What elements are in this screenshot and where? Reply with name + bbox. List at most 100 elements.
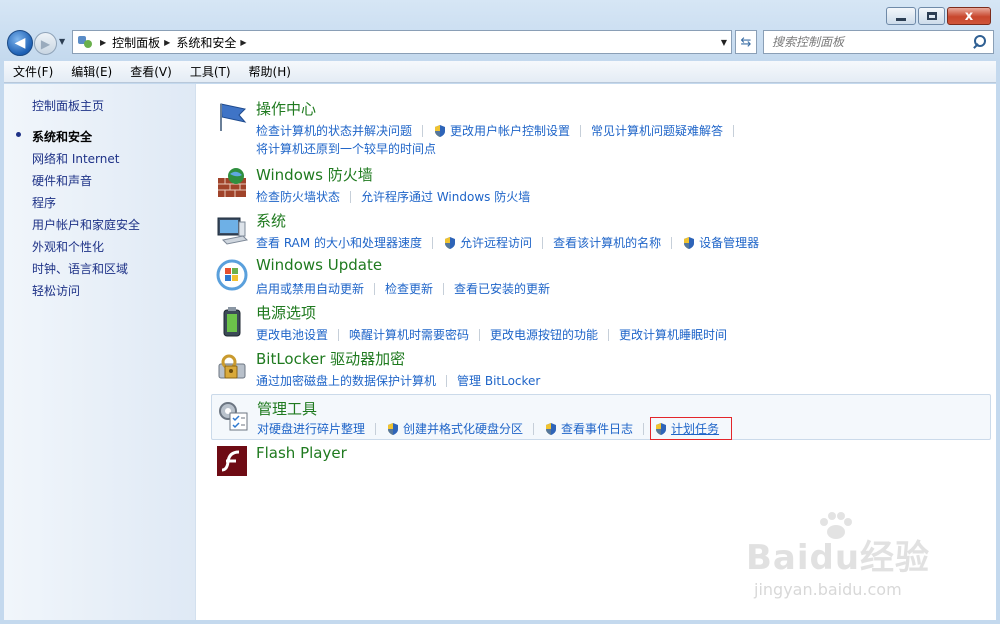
link-computer-name[interactable]: 查看该计算机的名称 [553, 234, 661, 251]
admin-tools-icon[interactable] [216, 399, 250, 433]
menu-bar: 文件(F) 编辑(E) 查看(V) 工具(T) 帮助(H) [4, 61, 996, 83]
menu-tools[interactable]: 工具(T) [181, 63, 240, 80]
nav-item-system-security[interactable]: 系统和安全 [32, 128, 92, 145]
breadcrumb-system-security[interactable]: 系统和安全 [176, 34, 236, 51]
link-installed-updates[interactable]: 查看已安装的更新 [454, 280, 550, 297]
nav-item-network[interactable]: 网络和 Internet [32, 150, 119, 167]
nav-item-appearance[interactable]: 外观和个性化 [32, 238, 104, 255]
maximize-icon [926, 12, 937, 20]
control-panel-window: x ◀ ▶ ▼ ▶ 控制面板 ▶ 系统和安全 ▶ ▼ ⇆ 文件(F) 编辑(E)… [0, 0, 1000, 624]
link-allow-program[interactable]: 允许程序通过 Windows 防火墙 [361, 188, 530, 205]
category-title[interactable]: Windows Update [256, 256, 382, 274]
minimize-icon [896, 17, 906, 21]
current-item-bullet-icon [16, 132, 21, 137]
link-check-firewall[interactable]: 检查防火墙状态 [256, 188, 340, 205]
control-panel-icon [76, 33, 96, 51]
back-arrow-icon: ◀ [14, 35, 26, 51]
uac-shield-icon [386, 422, 400, 436]
link-check-status[interactable]: 检查计算机的状态并解决问题 [256, 122, 412, 139]
breadcrumb-separator-icon[interactable]: ▶ [240, 38, 246, 47]
link-disk-partition[interactable]: 创建并格式化硬盘分区 [386, 420, 523, 437]
link-wake-password[interactable]: 唤醒计算机时需要密码 [349, 326, 469, 343]
link-troubleshooting[interactable]: 常见计算机问题疑难解答 [591, 122, 723, 139]
uac-shield-icon [443, 236, 457, 250]
link-event-log[interactable]: 查看事件日志 [544, 420, 633, 437]
back-button[interactable]: ◀ [7, 30, 33, 56]
address-bar[interactable]: ▶ 控制面板 ▶ 系统和安全 ▶ ▼ [72, 30, 732, 54]
link-separator [338, 328, 340, 341]
nav-item-ease-of-access[interactable]: 轻松访问 [32, 282, 80, 299]
windows-update-icon[interactable] [215, 258, 249, 292]
link-schedule-tasks[interactable]: 计划任务 [650, 417, 733, 440]
power-options-icon[interactable] [215, 304, 249, 338]
category-action-center: 操作中心 检查计算机的状态并解决问题 更改用户帐户控制设置 常见计算机问题疑难解… [211, 98, 991, 156]
link-separator [733, 124, 735, 137]
breadcrumb-separator-icon[interactable]: ▶ [164, 38, 170, 47]
main-pane: 操作中心 检查计算机的状态并解决问题 更改用户帐户控制设置 常见计算机问题疑难解… [196, 84, 996, 620]
search-input[interactable] [764, 35, 971, 49]
flash-player-icon[interactable] [215, 444, 249, 478]
uac-shield-icon [654, 422, 668, 436]
link-separator [580, 124, 582, 137]
maximize-button[interactable] [918, 7, 945, 25]
minimize-button[interactable] [886, 7, 916, 25]
category-links: 检查防火墙状态 允许程序通过 Windows 防火墙 [256, 188, 530, 205]
address-dropdown-icon[interactable]: ▼ [721, 38, 727, 47]
category-title[interactable]: 电源选项 [256, 302, 316, 323]
link-separator [350, 190, 352, 203]
action-center-flag-icon[interactable] [215, 100, 249, 134]
link-separator [374, 282, 376, 295]
search-box[interactable] [763, 30, 994, 54]
link-uac-settings[interactable]: 更改用户帐户控制设置 [433, 122, 570, 139]
link-auto-update[interactable]: 启用或禁用自动更新 [256, 280, 364, 297]
refresh-button[interactable]: ⇆ [735, 30, 757, 54]
category-firewall: Windows 防火墙 检查防火墙状态 允许程序通过 Windows 防火墙 [211, 164, 991, 204]
link-system-restore[interactable]: 将计算机还原到一个较早的时间点 [256, 140, 436, 157]
close-button[interactable]: x [947, 7, 991, 25]
firewall-icon[interactable] [215, 166, 249, 200]
bitlocker-icon[interactable] [215, 350, 249, 384]
chevron-down-icon: ▼ [59, 37, 66, 46]
category-title[interactable]: 操作中心 [256, 98, 316, 119]
link-device-manager[interactable]: 设备管理器 [682, 234, 759, 251]
menu-file[interactable]: 文件(F) [4, 63, 62, 80]
category-title[interactable]: Windows 防火墙 [256, 164, 373, 185]
link-manage-bitlocker[interactable]: 管理 BitLocker [457, 372, 540, 389]
link-separator [671, 236, 673, 249]
category-title[interactable]: 管理工具 [257, 398, 317, 419]
nav-control-panel-home[interactable]: 控制面板主页 [32, 97, 104, 114]
watermark-text: Baidu经验 [746, 538, 931, 578]
category-system: 系统 查看 RAM 的大小和处理器速度 允许远程访问 查看该计算机的名称 设备管… [211, 210, 991, 250]
category-title[interactable]: 系统 [256, 210, 286, 231]
recent-pages-dropdown[interactable]: ▼ [59, 37, 69, 49]
breadcrumb-separator-icon[interactable]: ▶ [100, 38, 106, 47]
menu-edit[interactable]: 编辑(E) [62, 63, 121, 80]
menu-view[interactable]: 查看(V) [121, 63, 181, 80]
link-view-ram[interactable]: 查看 RAM 的大小和处理器速度 [256, 234, 422, 251]
nav-item-programs[interactable]: 程序 [32, 194, 56, 211]
link-power-button[interactable]: 更改电源按钮的功能 [490, 326, 598, 343]
link-check-updates[interactable]: 检查更新 [385, 280, 433, 297]
close-icon: x [964, 8, 974, 24]
baidu-watermark: Baidu经验 jingyan.baidu.com [746, 510, 946, 610]
forward-button[interactable]: ▶ [34, 32, 57, 55]
nav-item-clock-language[interactable]: 时钟、语言和区域 [32, 260, 128, 277]
search-icon[interactable] [971, 33, 989, 51]
menu-help[interactable]: 帮助(H) [240, 63, 300, 80]
category-links: 启用或禁用自动更新 检查更新 查看已安装的更新 [256, 280, 550, 297]
breadcrumb-control-panel[interactable]: 控制面板 [112, 34, 160, 51]
link-sleep-time[interactable]: 更改计算机睡眠时间 [619, 326, 727, 343]
baidu-paw-icon [820, 512, 852, 539]
link-defragment[interactable]: 对硬盘进行碎片整理 [257, 420, 365, 437]
navigation-row: ◀ ▶ ▼ ▶ 控制面板 ▶ 系统和安全 ▶ ▼ ⇆ [0, 28, 1000, 58]
category-title[interactable]: BitLocker 驱动器加密 [256, 348, 405, 369]
link-battery-settings[interactable]: 更改电池设置 [256, 326, 328, 343]
nav-item-user-accounts[interactable]: 用户帐户和家庭安全 [32, 216, 140, 233]
system-computer-icon[interactable] [215, 212, 249, 246]
category-admin-tools: 管理工具 对硬盘进行碎片整理 创建并格式化硬盘分区 查看事件日志 计划任务 [211, 394, 991, 440]
category-links: 更改电池设置 唤醒计算机时需要密码 更改电源按钮的功能 更改计算机睡眠时间 [256, 326, 727, 343]
link-remote-access[interactable]: 允许远程访问 [443, 234, 532, 251]
link-encrypt-disk[interactable]: 通过加密磁盘上的数据保护计算机 [256, 372, 436, 389]
category-title[interactable]: Flash Player [256, 444, 347, 462]
nav-item-hardware-sound[interactable]: 硬件和声音 [32, 172, 92, 189]
